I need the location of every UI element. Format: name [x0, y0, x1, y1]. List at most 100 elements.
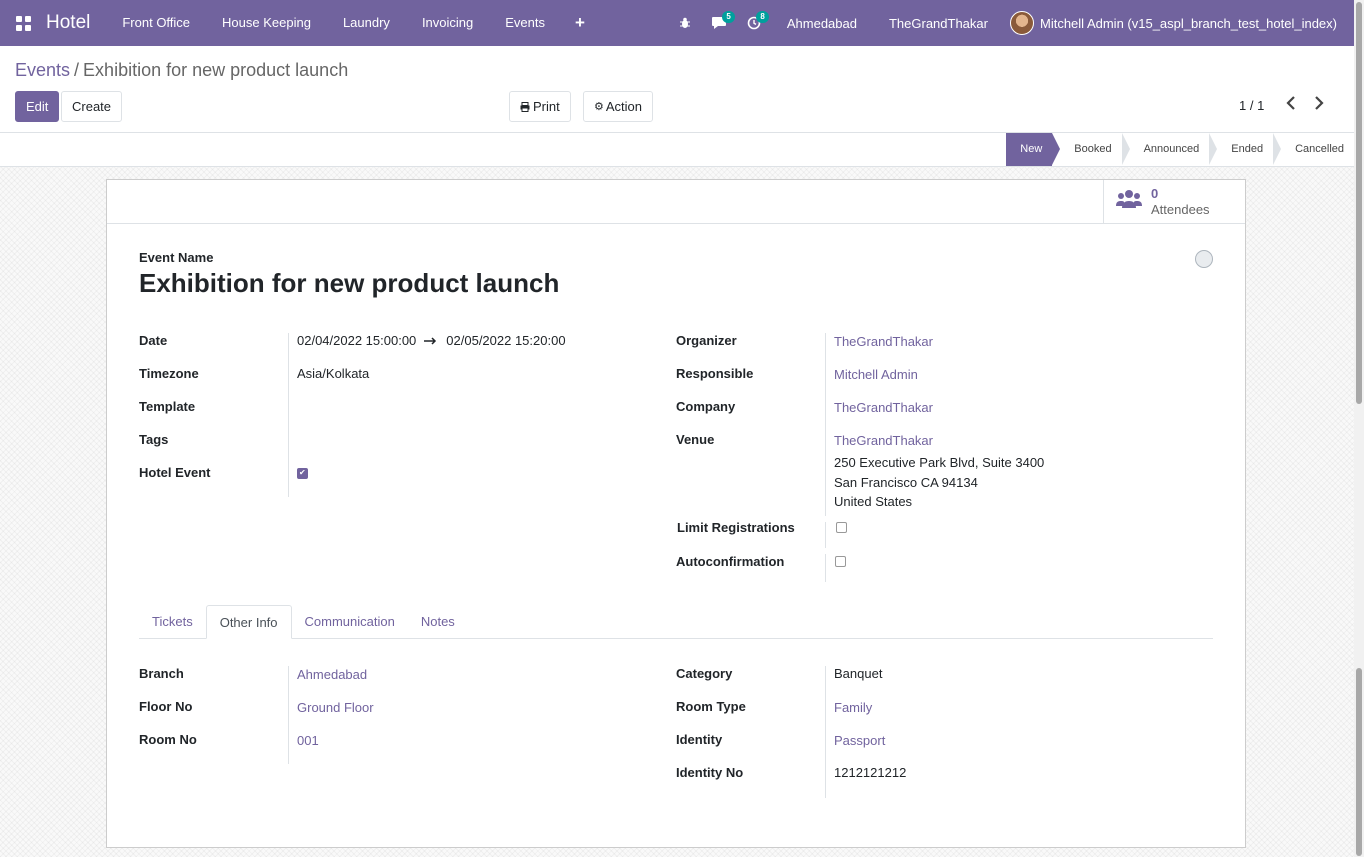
- venue-address-line1: 250 Executive Park Blvd, Suite 3400: [834, 455, 1045, 470]
- hotel-event-field: [297, 467, 308, 482]
- stage-ended[interactable]: Ended: [1209, 133, 1281, 166]
- scrollbar-thumb[interactable]: [1356, 2, 1362, 404]
- date-start: 02/04/2022 15:00:00: [297, 333, 417, 348]
- notebook-tabs: Tickets Other Info Communication Notes: [139, 605, 1213, 639]
- date-label: Date: [139, 333, 168, 348]
- event-name-label: Event Name: [139, 250, 214, 265]
- menu-events[interactable]: Events: [489, 0, 561, 46]
- breadcrumb: Events / Exhibition for new product launch: [15, 60, 348, 81]
- tab-other-info[interactable]: Other Info: [205, 605, 292, 639]
- edit-button[interactable]: Edit: [15, 91, 60, 122]
- create-button[interactable]: Create: [61, 91, 123, 122]
- room-link[interactable]: 001: [297, 733, 319, 748]
- room-type-link[interactable]: Family: [834, 700, 872, 715]
- hotel-event-checkbox[interactable]: [297, 468, 308, 479]
- action-button[interactable]: ⚙ Action: [583, 91, 654, 122]
- organizer-label: Organizer: [676, 333, 737, 348]
- tab-tickets[interactable]: Tickets: [139, 605, 206, 638]
- stage-pipeline: New Booked Announced Ended Cancelled: [1006, 133, 1354, 166]
- limit-registrations-row: Limit Registrations: [676, 520, 1176, 554]
- branch-link[interactable]: Ahmedabad: [297, 667, 367, 682]
- branch-row: Branch Ahmedabad: [139, 666, 639, 699]
- identity-no-row: Identity No 1212121212: [676, 765, 1176, 798]
- attendees-button[interactable]: 0 Attendees: [1103, 180, 1245, 224]
- category-row: Category Banquet: [676, 666, 1176, 699]
- plus-icon[interactable]: +: [561, 13, 599, 33]
- right-field-group: Organizer TheGrandThakar Responsible Mit…: [676, 333, 1176, 587]
- menu-house-keeping[interactable]: House Keeping: [206, 0, 327, 46]
- responsible-label: Responsible: [676, 366, 754, 381]
- top-navbar: Hotel Front Office House Keeping Laundry…: [0, 0, 1354, 46]
- venue-row: Venue TheGrandThakar 250 Executive Park …: [676, 432, 1176, 520]
- print-button[interactable]: Print: [509, 91, 571, 122]
- venue-label: Venue: [676, 432, 715, 447]
- tab-notes[interactable]: Notes: [408, 605, 468, 638]
- date-row: Date 02/04/2022 15:00:00 02/05/2022 15:2…: [139, 333, 639, 366]
- company-switcher[interactable]: TheGrandThakar: [873, 16, 1004, 31]
- limit-registrations-field: [836, 521, 847, 536]
- action-label: Action: [605, 99, 643, 114]
- organizer-link[interactable]: TheGrandThakar: [834, 334, 933, 349]
- stage-booked[interactable]: Booked: [1052, 133, 1130, 166]
- menu-front-office[interactable]: Front Office: [106, 0, 206, 46]
- activities-clock-icon[interactable]: 8: [737, 0, 771, 46]
- organizer-row: Organizer TheGrandThakar: [676, 333, 1176, 366]
- breadcrumb-events-link[interactable]: Events: [15, 60, 70, 80]
- attendees-label: Attendees: [1151, 202, 1210, 217]
- menu-laundry[interactable]: Laundry: [327, 0, 406, 46]
- activities-badge: 8: [756, 11, 769, 23]
- control-panel: Events / Exhibition for new product launch…: [0, 46, 1354, 133]
- apps-menu-icon[interactable]: [0, 0, 46, 46]
- timezone-label: Timezone: [139, 366, 199, 381]
- stage-announced[interactable]: Announced: [1122, 133, 1217, 166]
- venue-link[interactable]: TheGrandThakar: [834, 433, 1044, 449]
- date-end: 02/05/2022 15:20:00: [446, 333, 566, 348]
- debug-bug-icon[interactable]: [669, 0, 701, 46]
- hotel-event-row: Hotel Event: [139, 465, 639, 498]
- responsible-link[interactable]: Mitchell Admin: [834, 367, 918, 382]
- branch-label: Branch: [139, 666, 184, 681]
- page-scrollbar[interactable]: [1354, 0, 1364, 857]
- chevron-left-icon[interactable]: [1286, 96, 1296, 115]
- autoconfirmation-checkbox[interactable]: [835, 556, 846, 567]
- autoconfirmation-field: [835, 555, 846, 570]
- menu-invoicing[interactable]: Invoicing: [406, 0, 489, 46]
- autoconfirmation-row: Autoconfirmation: [676, 554, 1176, 587]
- company-row: Company TheGrandThakar: [676, 399, 1176, 432]
- floor-label: Floor No: [139, 699, 193, 714]
- user-name: Mitchell Admin (v15_aspl_branch_test_hot…: [1039, 15, 1337, 31]
- identity-label: Identity: [676, 732, 723, 747]
- company-link[interactable]: TheGrandThakar: [834, 400, 933, 415]
- messages-icon[interactable]: 5: [701, 0, 737, 46]
- responsible-row: Responsible Mitchell Admin: [676, 366, 1176, 399]
- other-info-right-group: Category Banquet Room Type Family Identi…: [676, 666, 1176, 798]
- branch-switcher[interactable]: Ahmedabad: [771, 16, 873, 31]
- kanban-state-circle[interactable]: [1195, 250, 1213, 268]
- limit-registrations-checkbox[interactable]: [836, 522, 847, 533]
- identity-link[interactable]: Passport: [834, 733, 885, 748]
- breadcrumb-current: Exhibition for new product launch: [83, 60, 349, 80]
- timezone-value: Asia/Kolkata: [297, 366, 370, 381]
- user-menu[interactable]: Mitchell Admin (v15_aspl_branch_test_hot…: [1009, 11, 1354, 35]
- hotel-event-label: Hotel Event: [139, 465, 211, 480]
- pager-value[interactable]: 1 / 1: [1239, 98, 1264, 113]
- chevron-right-icon[interactable]: [1314, 96, 1324, 115]
- room-label: Room No: [139, 732, 197, 747]
- tags-label: Tags: [139, 432, 169, 447]
- attendees-count: 0: [1151, 186, 1159, 201]
- messages-badge: 5: [722, 11, 735, 23]
- template-label: Template: [139, 399, 196, 414]
- stage-new[interactable]: New: [1006, 133, 1061, 166]
- venue-address-line2: San Francisco CA 94134: [834, 474, 978, 490]
- category-label: Category: [676, 666, 733, 681]
- app-brand[interactable]: Hotel: [46, 12, 106, 34]
- floor-link[interactable]: Ground Floor: [297, 700, 374, 715]
- company-label: Company: [676, 399, 736, 414]
- scrollbar-thumb-lower[interactable]: [1356, 668, 1362, 856]
- users-icon: [1116, 188, 1142, 216]
- timezone-row: Timezone Asia/Kolkata: [139, 366, 639, 399]
- statusbar: New Booked Announced Ended Cancelled: [0, 133, 1354, 167]
- tab-communication[interactable]: Communication: [292, 605, 408, 638]
- stage-cancelled[interactable]: Cancelled: [1273, 133, 1354, 166]
- breadcrumb-separator: /: [74, 60, 80, 80]
